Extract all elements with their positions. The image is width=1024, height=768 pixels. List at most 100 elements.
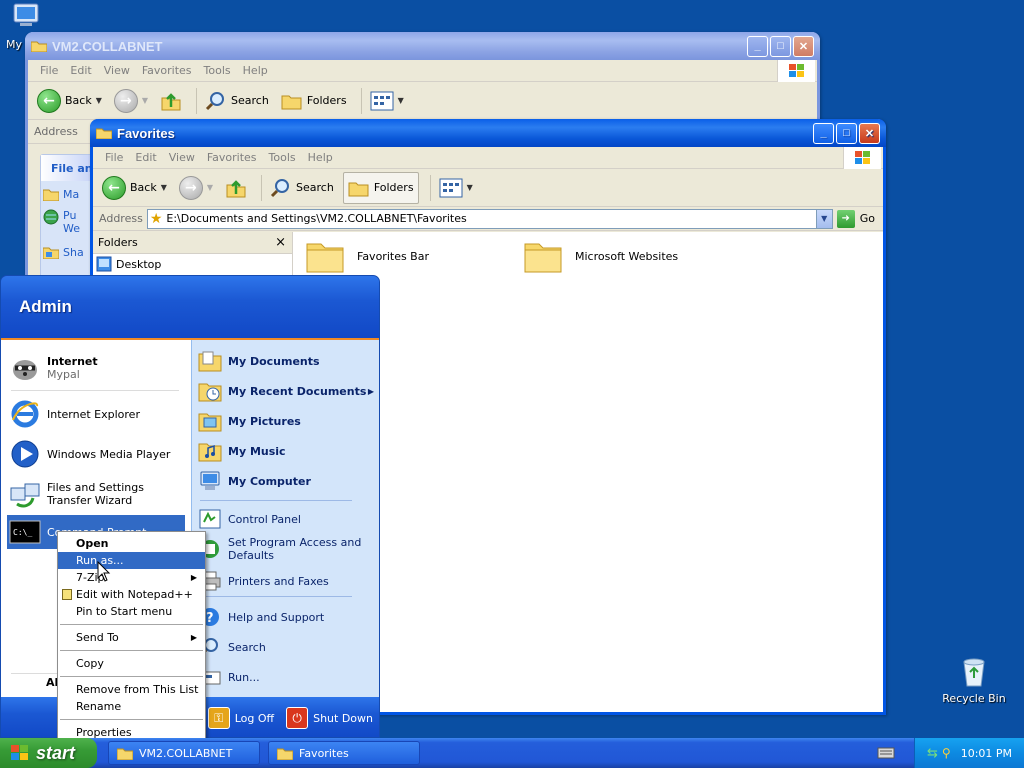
run-item[interactable]: Run... xyxy=(198,666,260,688)
close-folders-pane-button[interactable]: × xyxy=(275,235,286,250)
log-off-button[interactable]: ⚿ Log Off xyxy=(207,707,274,729)
task-item[interactable]: Ma xyxy=(43,187,79,201)
titlebar[interactable]: Favorites _ □ ✕ xyxy=(90,119,886,147)
task-item-label: Sha xyxy=(63,245,84,259)
menu-item-rename[interactable]: Rename xyxy=(58,698,205,715)
menu-edit[interactable]: Edit xyxy=(135,151,156,164)
folders-button[interactable]: Folders xyxy=(278,89,350,113)
menu-tools[interactable]: Tools xyxy=(269,151,296,164)
menu-tools[interactable]: Tools xyxy=(204,64,231,77)
place-my-music[interactable]: My Music xyxy=(198,440,286,462)
views-button[interactable]: ▼ xyxy=(367,89,407,113)
close-button[interactable]: ✕ xyxy=(859,122,880,144)
place-my-documents[interactable]: My Documents xyxy=(198,350,320,372)
folders-label: Folders xyxy=(306,94,347,107)
menu-item-pin-start[interactable]: Pin to Start menu xyxy=(58,603,205,620)
menu-help[interactable]: Help xyxy=(243,64,268,77)
tree-item-desktop[interactable]: Desktop xyxy=(93,254,292,274)
desktop-icon-recycle-bin[interactable]: Recycle Bin xyxy=(936,656,1012,705)
shut-down-button[interactable]: ⏻ Shut Down xyxy=(286,707,373,729)
place-my-recent-documents[interactable]: My Recent Documents ▶ xyxy=(198,380,374,402)
taskbar-button-vm2-collabnet[interactable]: VM2.COLLABNET xyxy=(108,741,260,765)
close-button[interactable]: ✕ xyxy=(793,35,814,57)
menu-item-edit-notepad[interactable]: Edit with Notepad++ xyxy=(58,586,205,603)
menu-item-run-as[interactable]: Run as... xyxy=(58,552,205,569)
menu-file[interactable]: File xyxy=(105,151,123,164)
separator xyxy=(60,624,203,625)
pinned-item-internet[interactable]: Internet Mypal xyxy=(9,352,98,384)
menu-file[interactable]: File xyxy=(40,64,58,77)
menu-item-open[interactable]: Open xyxy=(58,535,205,552)
task-item-label: Ma xyxy=(63,187,80,201)
toolbar-separator xyxy=(360,87,362,114)
toolbar-separator xyxy=(429,174,431,201)
taskbar-button-favorites[interactable]: Favorites xyxy=(268,741,420,765)
menu-item-remove-from-list[interactable]: Remove from This List xyxy=(58,681,205,698)
folder-item-microsoft-websites[interactable]: Microsoft Websites xyxy=(523,238,678,274)
folders-pane-header: Folders × xyxy=(93,232,292,254)
folders-button[interactable]: Folders xyxy=(342,171,419,204)
search-tray-icon[interactable]: ⚲ xyxy=(942,746,951,760)
printers-faxes-item[interactable]: Printers and Faxes xyxy=(198,570,329,592)
menubar: File Edit View Favorites Tools Help xyxy=(28,60,817,82)
place-label: My Computer xyxy=(228,474,311,488)
menu-item-7zip[interactable]: 7-Zip ▶ xyxy=(58,569,205,586)
separator xyxy=(200,500,352,501)
close-icon: ✕ xyxy=(864,127,875,140)
menu-favorites[interactable]: Favorites xyxy=(207,151,257,164)
minimize-button[interactable]: _ xyxy=(813,122,834,144)
menu-view[interactable]: View xyxy=(169,151,195,164)
menu-view[interactable]: View xyxy=(104,64,130,77)
address-input[interactable]: ★ E:\Documents and Settings\VM2.COLLABNE… xyxy=(146,208,833,229)
back-button[interactable]: ← Back ▼ xyxy=(99,174,170,202)
menu-favorites[interactable]: Favorites xyxy=(142,64,192,77)
task-pane-title: File an xyxy=(41,155,93,181)
program-windows-media-player[interactable]: Windows Media Player xyxy=(9,438,170,470)
program-files-settings-transfer[interactable]: Files and Settings Transfer Wizard xyxy=(9,478,187,510)
set-program-access-item[interactable]: Set Program Access and Defaults xyxy=(198,536,374,562)
folder-icon xyxy=(117,748,133,760)
search-icon xyxy=(270,178,290,197)
chevron-down-icon: ▼ xyxy=(821,214,828,223)
place-label: Search xyxy=(228,640,266,654)
place-my-computer[interactable]: My Computer xyxy=(198,470,311,492)
menu-edit[interactable]: Edit xyxy=(70,64,91,77)
my-computer-icon xyxy=(200,471,220,490)
control-panel-item[interactable]: Control Panel xyxy=(198,508,301,530)
desktop-icon-my-computer[interactable] xyxy=(0,2,50,34)
maximize-button[interactable]: □ xyxy=(836,122,857,144)
keyboard-icon[interactable] xyxy=(877,747,895,759)
search-button[interactable]: Search xyxy=(202,88,272,114)
place-my-pictures[interactable]: My Pictures xyxy=(198,410,301,432)
task-item[interactable]: Pu We xyxy=(43,209,80,235)
up-folder-icon xyxy=(226,179,246,197)
back-button[interactable]: ← Back ▼ xyxy=(34,87,105,115)
place-label: My Music xyxy=(228,444,286,458)
search-item[interactable]: Search xyxy=(198,636,266,658)
maximize-button[interactable]: □ xyxy=(770,35,791,57)
menu-item-copy[interactable]: Copy xyxy=(58,655,205,672)
forward-button[interactable]: → ▼ xyxy=(176,174,216,202)
help-support-item[interactable]: ? Help and Support xyxy=(198,606,324,628)
go-button[interactable]: ➜ Go xyxy=(836,209,875,228)
network-icon[interactable]: ⇆ xyxy=(927,746,938,761)
program-internet-explorer[interactable]: Internet Explorer xyxy=(9,398,140,430)
minimize-button[interactable]: _ xyxy=(747,35,768,57)
menu-item-send-to[interactable]: Send To ▶ xyxy=(58,629,205,646)
raccoon-icon xyxy=(13,360,37,380)
folder-item-favorites-bar[interactable]: Favorites Bar xyxy=(305,238,429,274)
menu-help[interactable]: Help xyxy=(308,151,333,164)
start-button[interactable]: start xyxy=(0,738,97,768)
up-button[interactable] xyxy=(222,175,250,201)
menubar: File Edit View Favorites Tools Help xyxy=(93,147,883,169)
task-item[interactable]: Sha xyxy=(43,245,84,259)
views-button[interactable]: ▼ xyxy=(436,176,476,200)
forward-button[interactable]: → ▼ xyxy=(111,87,151,115)
address-dropdown-button[interactable]: ▼ xyxy=(815,209,832,228)
search-button[interactable]: Search xyxy=(267,175,337,201)
titlebar[interactable]: VM2.COLLABNET _ □ ✕ xyxy=(25,32,820,60)
up-button[interactable] xyxy=(157,88,185,114)
windows-logo-icon xyxy=(843,147,881,169)
my-computer-icon xyxy=(13,3,39,26)
dropdown-arrow-icon: ▼ xyxy=(466,183,473,192)
